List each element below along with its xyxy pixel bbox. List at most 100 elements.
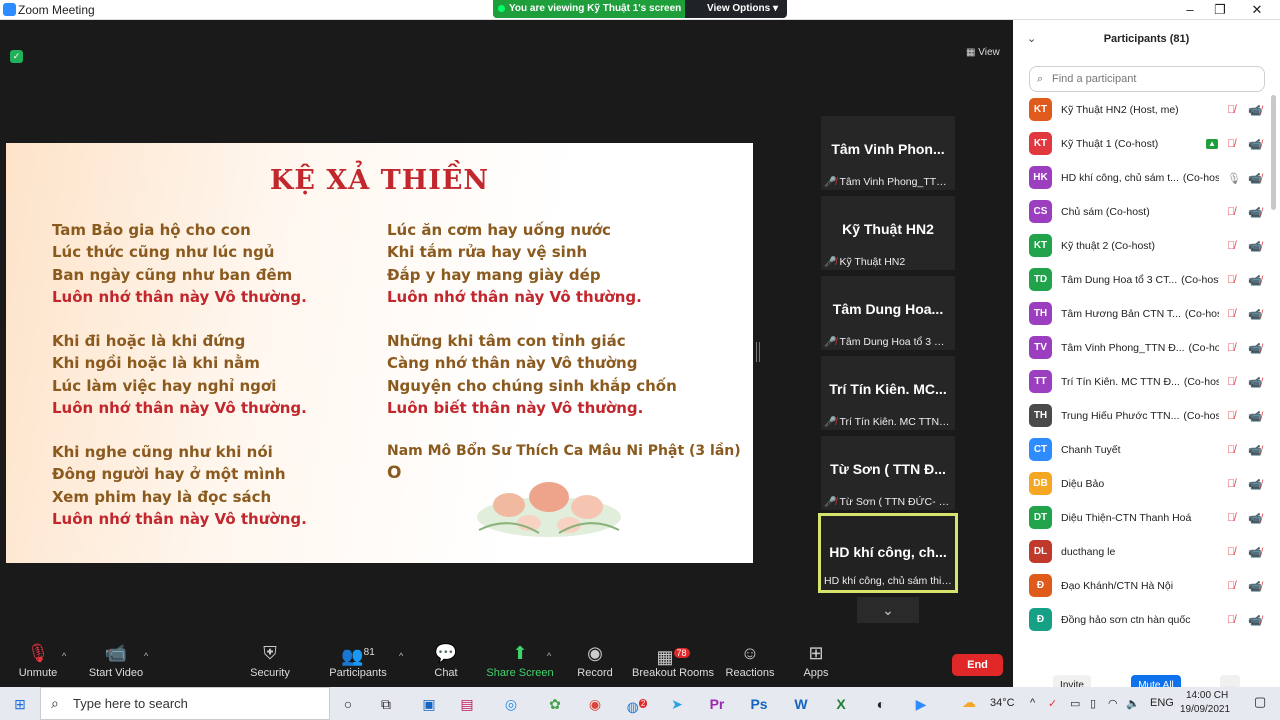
start-video-button[interactable]: 📹 Start Video [84, 641, 148, 679]
mic-muted-icon[interactable]: 🎙̸ [1227, 240, 1235, 252]
participant-row[interactable]: KT Kỹ Thuật HN2 (Host, me) 🎙̸ 📹̸ [1029, 93, 1265, 127]
edge-icon[interactable]: ◎ [500, 693, 522, 715]
task-view-icon[interactable]: ⧉ [375, 693, 397, 715]
premiere-icon[interactable]: Pr [706, 693, 728, 715]
mic-muted-icon[interactable]: 🎙̸ [1227, 376, 1235, 388]
participants-button[interactable]: 👥81 Participants [326, 641, 390, 679]
antivirus-icon[interactable]: ✓ [1048, 697, 1057, 710]
share-options-caret[interactable]: ^ [547, 651, 551, 661]
participant-row[interactable]: DT Diệu Thiện-CTN Thanh Hoá 🎙̸ 📹̸ [1029, 501, 1265, 535]
share-screen-button[interactable]: ⬆ Share Screen [486, 641, 554, 679]
participant-row[interactable]: HK HD khí công, chủ sám t...(Co-host) 🎙 📹̸ [1029, 161, 1265, 195]
momo-icon[interactable]: ▤ [456, 693, 478, 715]
wifi-icon[interactable]: ◠ [1108, 697, 1118, 710]
volume-icon[interactable]: 🔈 [1126, 697, 1140, 710]
video-off-icon[interactable]: 📹̸ [1248, 308, 1262, 321]
participant-row[interactable]: DB Diệu Bảo 🎙̸ 📹̸ [1029, 467, 1265, 501]
participants-options-caret[interactable]: ^ [399, 651, 403, 661]
tray-expand-icon[interactable]: ^ [1030, 697, 1035, 709]
breakout-rooms-button[interactable]: ▦ 78 Breakout Rooms [632, 641, 714, 679]
language-indicator[interactable]: ENG [1150, 697, 1174, 709]
video-off-icon[interactable]: 📹̸ [1248, 206, 1262, 219]
mic-muted-icon[interactable]: 🎙̸ [1227, 308, 1235, 320]
view-button[interactable]: ▦ View [966, 47, 1000, 58]
mic-muted-icon[interactable]: 🎙̸ [1227, 104, 1235, 116]
network-icon[interactable]: ▭ [1070, 697, 1080, 710]
apps-button[interactable]: ⊞ Apps [796, 641, 836, 679]
video-off-icon[interactable]: 📹̸ [1248, 444, 1262, 457]
video-off-icon[interactable]: 📹̸ [1248, 342, 1262, 355]
video-off-icon[interactable]: 📹̸ [1248, 410, 1262, 423]
video-off-icon[interactable]: 📹̸ [1248, 172, 1262, 185]
chrome-profile-icon[interactable]: ◍ 2 [626, 693, 648, 715]
mic-muted-icon[interactable]: 🎙̸ [1227, 614, 1235, 626]
video-off-icon[interactable]: 📹̸ [1248, 580, 1262, 593]
record-button[interactable]: ◉ Record [572, 641, 618, 679]
video-tile[interactable]: Trí Tín Kiên. MC... 🎤̸ Trí Tín Kiên. MC T… [821, 356, 955, 430]
view-options-button[interactable]: View Options ▾ [707, 0, 778, 18]
app-icon[interactable]: ✿ [544, 693, 566, 715]
unmute-button[interactable]: 🎙 Unmute [12, 641, 64, 679]
mic-on-icon[interactable]: 🎙 [1227, 172, 1241, 185]
mic-muted-icon[interactable]: 🎙̸ [1227, 342, 1235, 354]
clock-time[interactable]: 14:00 CH [1186, 690, 1228, 701]
video-off-icon[interactable]: 📹̸ [1248, 138, 1262, 151]
chat-button[interactable]: 💬 Chat [424, 641, 468, 679]
participant-row[interactable]: KT Kỹ Thuật 1 (Co-host) ▲ 🎙̸ 📹̸ [1029, 127, 1265, 161]
security-button[interactable]: ⛨ Security [244, 641, 296, 679]
close-button[interactable]: ✕ [1242, 1, 1272, 19]
excel-icon[interactable]: X [830, 693, 852, 715]
word-icon[interactable]: W [790, 693, 812, 715]
file-explorer-icon[interactable]: ▣ [418, 693, 440, 715]
mic-muted-icon[interactable]: 🎙̸ [1227, 444, 1235, 456]
video-tile[interactable]: Kỹ Thuật HN2 🎤̸ Kỹ Thuật HN2 [821, 196, 955, 270]
participant-row[interactable]: Đ Đồng hảo sơn ctn hàn quốc 🎙̸ 📹̸ [1029, 603, 1265, 637]
video-tile[interactable]: Tâm Dung Hoa... 🎤̸ Tâm Dung Hoa tổ 3 CT..… [821, 276, 955, 350]
participant-row[interactable]: CS Chủ sám (Co-host) 🎙̸ 📹̸ [1029, 195, 1265, 229]
windows-start-icon[interactable]: ⊞ [8, 693, 32, 715]
chrome-icon[interactable]: ◉ [584, 693, 606, 715]
participant-row[interactable]: DL ducthang le 🎙̸ 📹̸ [1029, 535, 1265, 569]
splitter-handle[interactable] [756, 342, 760, 362]
mic-muted-icon[interactable]: 🎙̸ [1227, 410, 1235, 422]
participant-row[interactable]: CT Chanh Tuyết 🎙̸ 📹̸ [1029, 433, 1265, 467]
participant-row[interactable]: TD Tâm Dung Hoa tổ 3 CT...(Co-host) 🎙̸ 📹̸ [1029, 263, 1265, 297]
reactions-button[interactable]: ☺ Reactions [724, 641, 776, 679]
photoshop-icon[interactable]: Ps [748, 693, 770, 715]
mic-muted-icon[interactable]: 🎙̸ [1227, 478, 1235, 490]
video-tile[interactable]: Tâm Vinh Phon... 🎤̸ Tâm Vinh Phong_TTN ..… [821, 116, 955, 190]
zoom-taskbar-icon[interactable]: ▶ [910, 693, 932, 715]
battery-icon[interactable]: ▯ [1090, 697, 1096, 710]
active-speaker-tile[interactable]: HD khí công, ch... HD khí công, chủ sám … [818, 513, 958, 593]
mic-muted-icon[interactable]: 🎙̸ [1227, 512, 1235, 524]
audio-options-caret[interactable]: ^ [62, 651, 66, 661]
participant-row[interactable]: TH Tâm Hương Bản CTN T...(Co-host) 🎙̸ 📹̸ [1029, 297, 1265, 331]
video-off-icon[interactable]: 📹̸ [1248, 376, 1262, 389]
video-options-caret[interactable]: ^ [144, 651, 148, 661]
participant-row[interactable]: Đ Đạo Khánh/CTN Hà Nội 🎙̸ 📹̸ [1029, 569, 1265, 603]
video-off-icon[interactable]: 📹̸ [1248, 274, 1262, 287]
video-off-icon[interactable]: 📹̸ [1248, 240, 1262, 253]
end-meeting-button[interactable]: End [952, 654, 1003, 676]
telegram-icon[interactable]: ➤ [666, 693, 688, 715]
video-off-icon[interactable]: 📹̸ [1248, 614, 1262, 627]
tiles-scroll-down-button[interactable]: ⌄ [857, 597, 919, 623]
participant-row[interactable]: TH Trung Hiếu Phước TTN...(Co-host) 🎙̸ 📹̸ [1029, 399, 1265, 433]
mic-muted-icon[interactable]: 🎙̸ [1227, 580, 1235, 592]
mic-muted-icon[interactable]: 🎙̸ [1227, 546, 1235, 558]
participant-row[interactable]: KT Kỹ thuật 2 (Co-host) 🎙̸ 📹̸ [1029, 229, 1265, 263]
participant-row[interactable]: TT Trí Tín Kiên. MC TTN Đ...(Co-host) 🎙̸ 📹̸ [1029, 365, 1265, 399]
weather-temp[interactable]: 34°C [990, 697, 1015, 709]
mic-muted-icon[interactable]: 🎙̸ [1227, 206, 1235, 218]
taskbar-search-input[interactable]: ⌕ Type here to search [40, 687, 330, 720]
mic-muted-icon[interactable]: 🎙̸ [1227, 138, 1235, 150]
video-tile[interactable]: Từ Sơn ( TTN Đ... 🎤̸ Từ Sơn ( TTN ĐỨC- NG… [821, 436, 955, 510]
clock-date[interactable]: 19/09/2021 [1180, 704, 1230, 715]
video-off-icon[interactable]: 📹̸ [1248, 478, 1262, 491]
notifications-icon[interactable]: ▢ [1254, 694, 1266, 710]
minimize-button[interactable]: – [1175, 1, 1205, 19]
participant-search-input[interactable]: ⌕ Find a participant [1029, 66, 1265, 92]
cortana-icon[interactable]: ○ [337, 693, 359, 715]
maximize-button[interactable]: ❐ [1205, 1, 1235, 19]
participants-scrollbar[interactable] [1271, 95, 1276, 210]
